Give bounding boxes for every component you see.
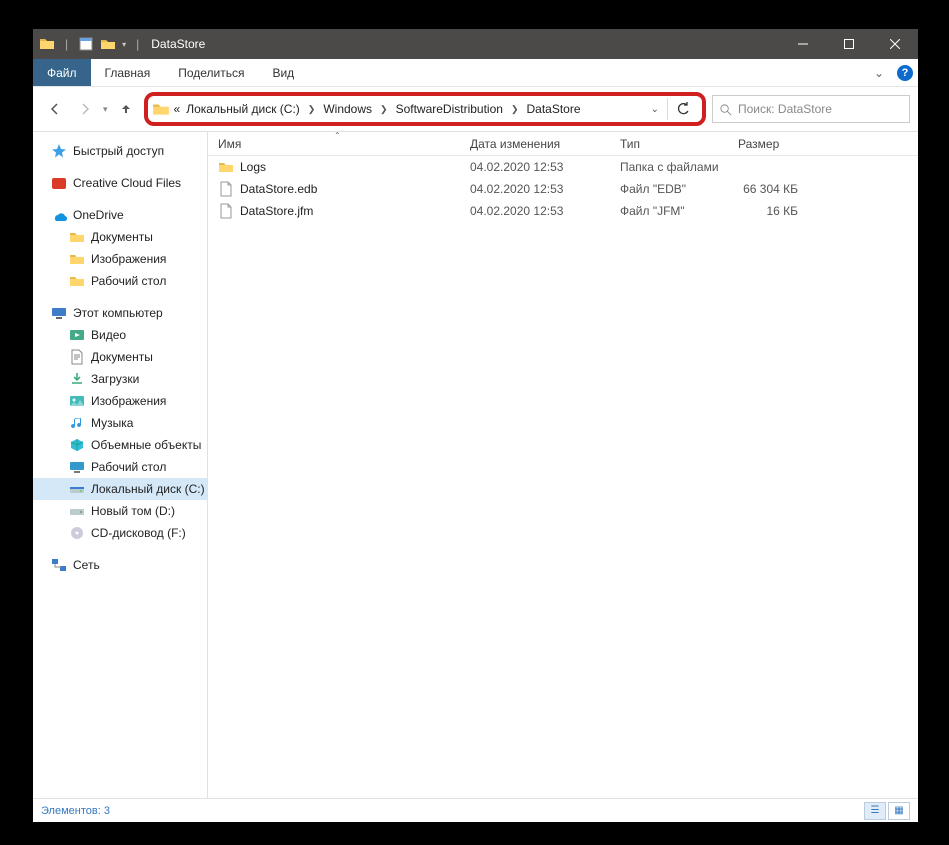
sidebar-item-thispc-child[interactable]: Новый том (D:) [33,500,207,522]
navigation-pane: Быстрый доступ Creative Cloud Files OneD… [33,132,208,798]
sidebar-item-thispc-child[interactable]: Рабочий стол [33,456,207,478]
ribbon-collapse-icon[interactable]: ⌄ [866,59,892,86]
column-headers: Имя Дата изменения Тип Размер [208,132,918,156]
breadcrumb-root-folder-icon [152,100,170,118]
ribbon: Файл Главная Поделиться Вид ⌄ ? [33,59,918,87]
breadcrumb-item[interactable]: DataStore [525,102,583,116]
folder-icon [69,251,85,267]
sidebar-item-thispc-child[interactable]: CD-дисковод (F:) [33,522,207,544]
column-size[interactable]: Размер [728,137,808,151]
sidebar-item-thispc-child[interactable]: Документы [33,346,207,368]
onedrive-icon [51,207,67,223]
sidebar-item-thispc-child[interactable]: Музыка [33,412,207,434]
view-large-icons-button[interactable]: ▦ [888,802,910,820]
folder-icon [69,229,85,245]
view-details-button[interactable]: ☰ [864,802,886,820]
sidebar-item-thispc-child[interactable]: Локальный диск (C:) [33,478,207,500]
tab-home[interactable]: Главная [91,59,165,86]
breadcrumb-item[interactable]: Локальный диск (C:) [184,102,302,116]
address-bar[interactable]: « Локальный диск (C:) ❯ Windows ❯ Softwa… [144,92,706,126]
up-button[interactable] [114,97,138,121]
sidebar-item-creative-cloud[interactable]: Creative Cloud Files [33,172,207,194]
column-date[interactable]: Дата изменения [460,137,610,151]
breadcrumb-item[interactable]: SoftwareDistribution [394,102,505,116]
window-title: DataStore [151,37,780,51]
qat-properties-icon[interactable] [78,36,94,52]
status-bar: Элементов: 3 ☰ ▦ [33,798,918,822]
file-row[interactable]: DataStore.edb04.02.2020 12:53Файл "EDB"6… [208,178,918,200]
sidebar-item-thispc-child[interactable]: Объемные объекты [33,434,207,456]
optical-drive-icon [69,525,85,541]
cloud-icon [51,175,67,191]
file-row[interactable]: DataStore.jfm04.02.2020 12:53Файл "JFM"1… [208,200,918,222]
breadcrumb-item[interactable]: Windows [321,102,374,116]
tab-share[interactable]: Поделиться [164,59,258,86]
pc-icon [51,305,67,321]
sidebar-item-thispc-child[interactable]: Изображения [33,390,207,412]
drive-icon [69,503,85,519]
breadcrumb-prefix: « [172,102,183,116]
maximize-button[interactable] [826,29,872,59]
file-icon [218,203,234,219]
file-row[interactable]: Logs04.02.2020 12:53Папка с файлами [208,156,918,178]
drive-icon [69,481,85,497]
music-icon [69,415,85,431]
file-list: ⌃ Имя Дата изменения Тип Размер Logs04.0… [208,132,918,798]
objects3d-icon [69,437,85,453]
history-dropdown-icon[interactable]: ▾ [103,104,108,115]
chevron-right-icon[interactable]: ❯ [304,104,320,115]
sidebar-item-this-pc[interactable]: Этот компьютер [33,302,207,324]
qat-folder-icon[interactable] [100,36,116,52]
chevron-right-icon[interactable]: ❯ [376,104,392,115]
folder-icon [69,273,85,289]
app-folder-icon [39,36,55,52]
search-input[interactable]: Поиск: DataStore [712,95,910,123]
sidebar-item-quick-access[interactable]: Быстрый доступ [33,140,207,162]
documents-icon [69,349,85,365]
chevron-right-icon[interactable]: ❯ [507,104,523,115]
star-icon [51,143,67,159]
qat-dropdown-icon[interactable]: ▾ [122,40,126,49]
desktop-icon [69,459,85,475]
sort-indicator-icon: ⌃ [334,131,341,140]
sidebar-item-onedrive-child[interactable]: Документы [33,226,207,248]
refresh-button[interactable] [667,98,698,120]
forward-button[interactable] [73,97,97,121]
search-icon [719,103,732,116]
tab-view[interactable]: Вид [258,59,308,86]
title-bar: | ▾ | DataStore [33,29,918,59]
column-type[interactable]: Тип [610,137,728,151]
file-icon [218,181,234,197]
sidebar-item-network[interactable]: Сеть [33,554,207,576]
downloads-icon [69,371,85,387]
search-placeholder: Поиск: DataStore [738,102,832,116]
sidebar-item-onedrive-child[interactable]: Изображения [33,248,207,270]
tab-file[interactable]: Файл [33,59,91,86]
sidebar-item-onedrive-child[interactable]: Рабочий стол [33,270,207,292]
pictures-icon [69,393,85,409]
explorer-window: | ▾ | DataStore Файл Главная Поделиться … [33,29,918,822]
minimize-button[interactable] [780,29,826,59]
sidebar-item-thispc-child[interactable]: Видео [33,324,207,346]
back-button[interactable] [43,97,67,121]
help-button[interactable]: ? [892,59,918,86]
status-text: Элементов: 3 [41,805,110,817]
sidebar-item-thispc-child[interactable]: Загрузки [33,368,207,390]
close-button[interactable] [872,29,918,59]
network-icon [51,557,67,573]
folder-icon [218,159,234,175]
video-icon [69,327,85,343]
nav-row: ▾ « Локальный диск (C:) ❯ Windows ❯ Soft… [33,87,918,131]
address-dropdown-icon[interactable]: ⌄ [645,104,665,115]
sidebar-item-onedrive[interactable]: OneDrive [33,204,207,226]
